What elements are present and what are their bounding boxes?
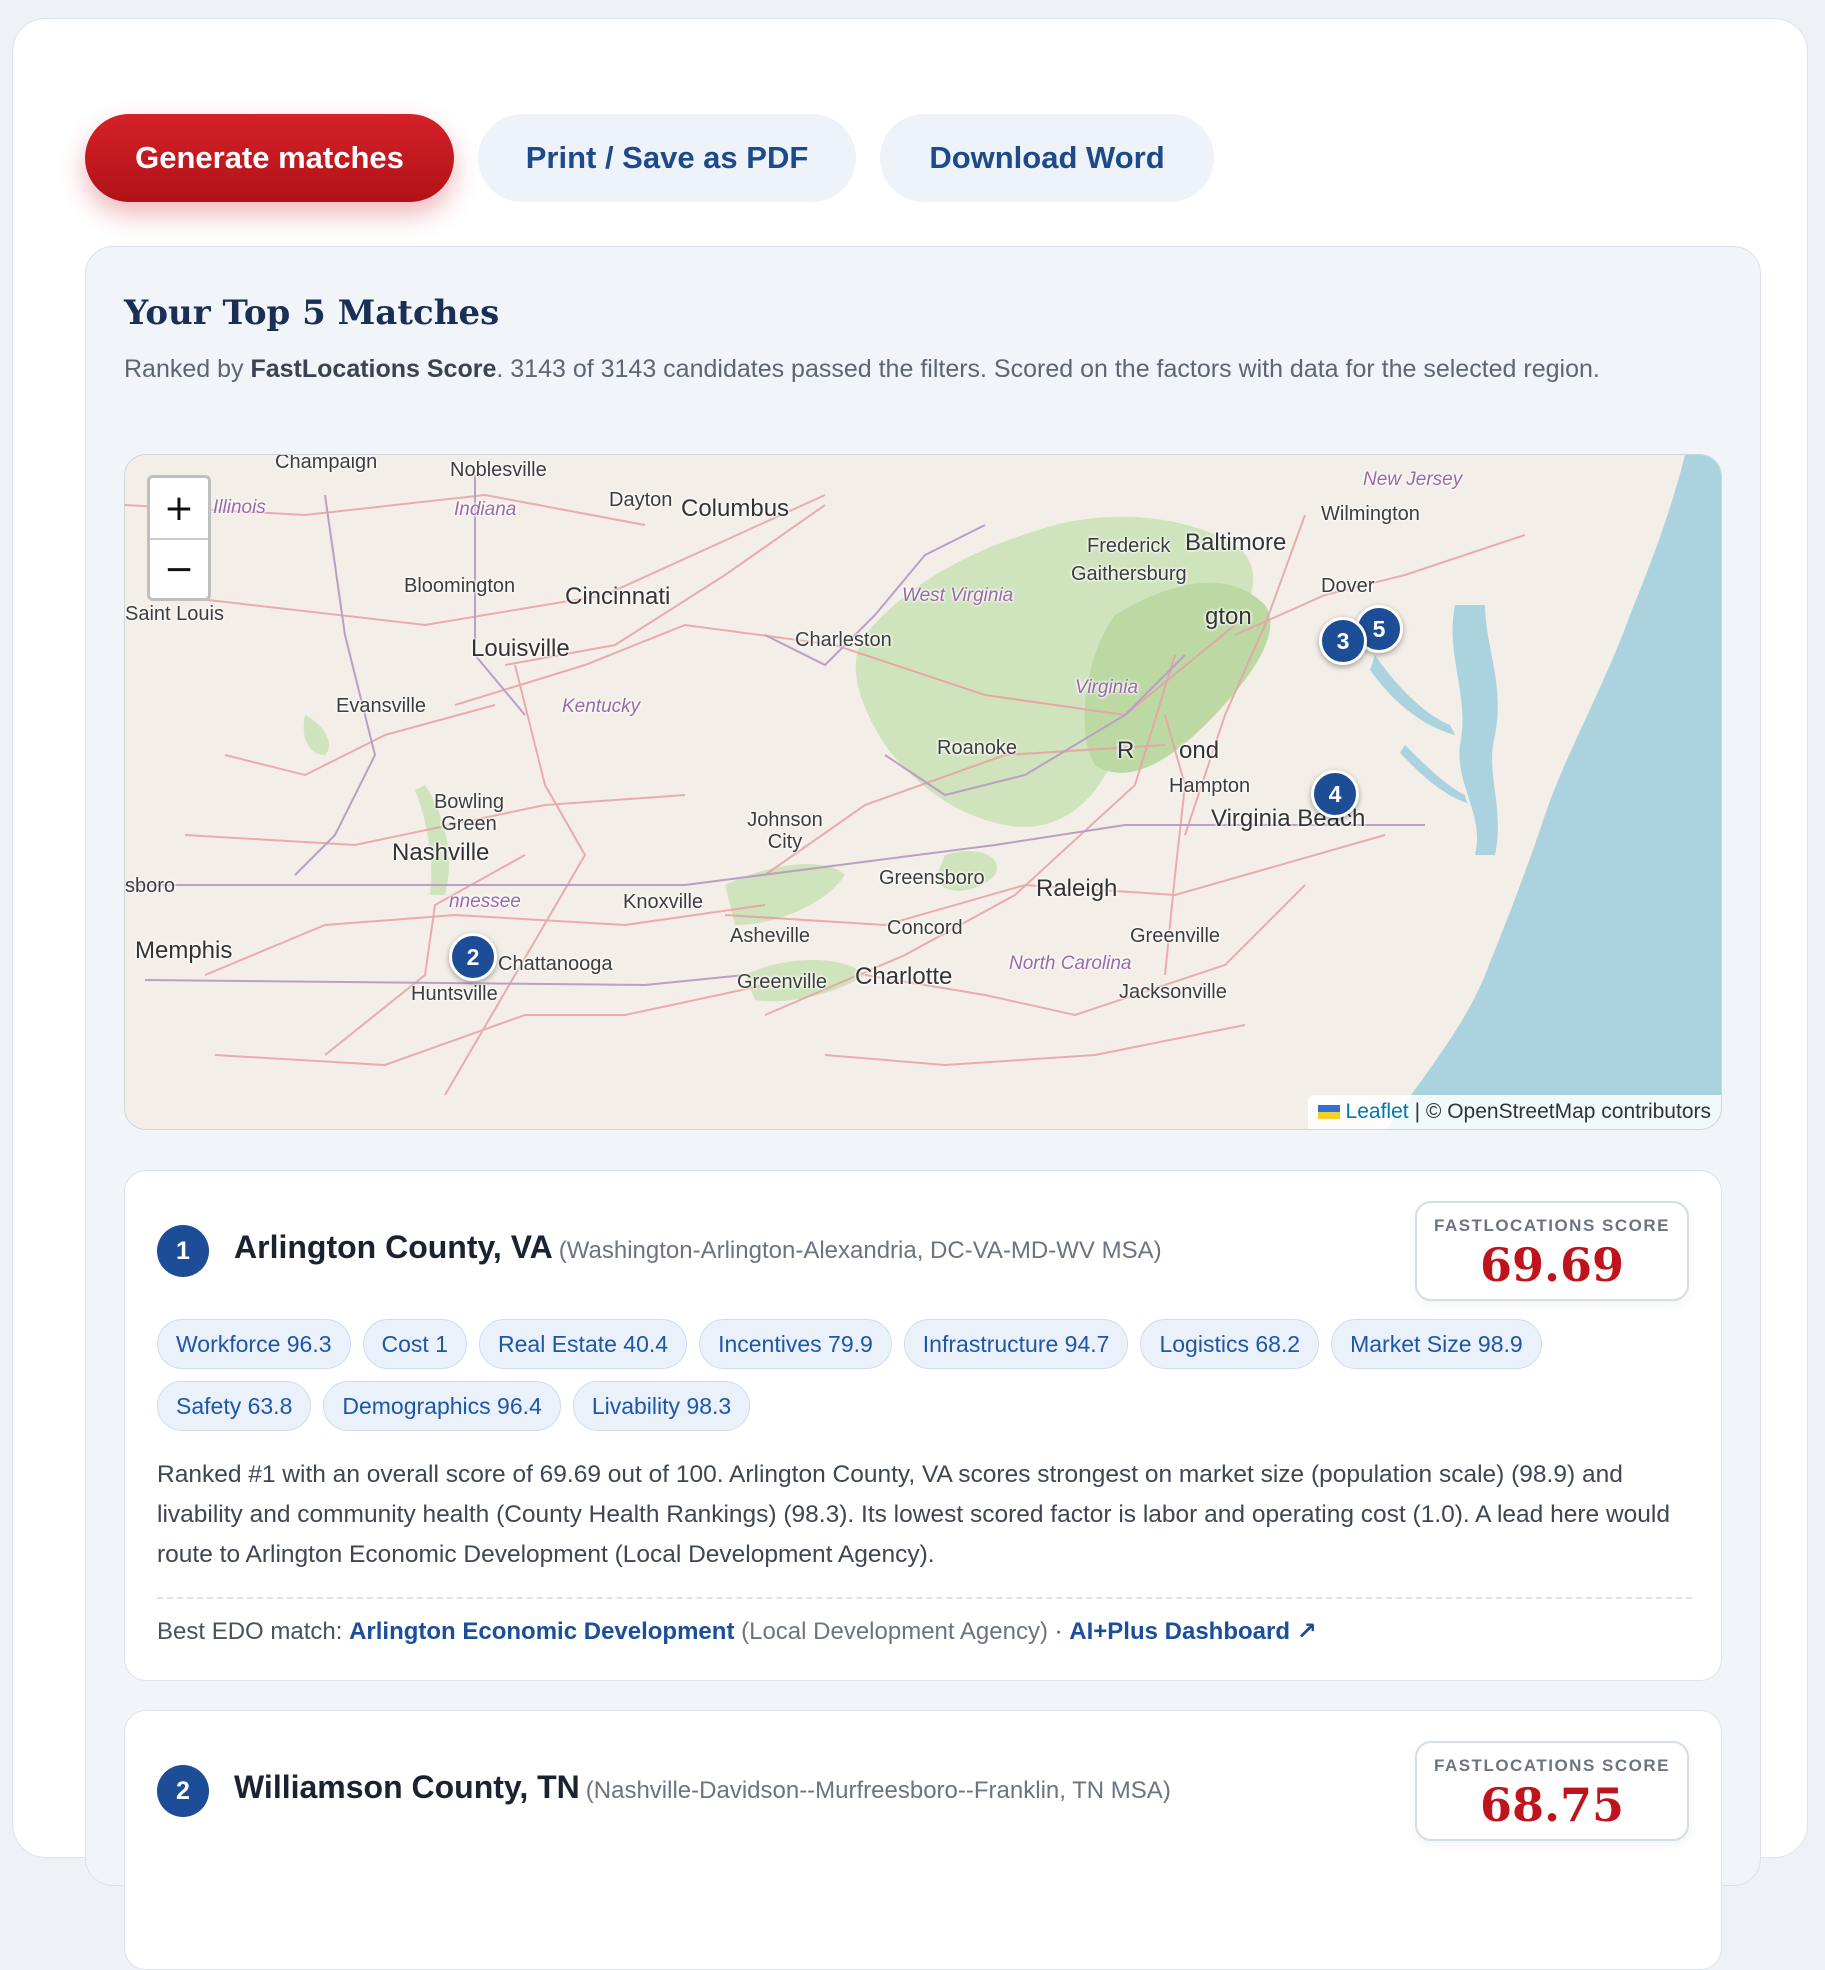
map-label-gaithersburg: Gaithersburg (1071, 563, 1187, 585)
matches-title: Your Top 5 Matches (124, 293, 500, 333)
county-name: Williamson County, TN (234, 1769, 580, 1805)
factor-chips: Workforce 96.3 Cost 1 Real Estate 40.4 I… (157, 1319, 1697, 1431)
map-label-nashville: Nashville (392, 839, 490, 866)
match-card: 2 Williamson County, TN (Nashville-Davids… (124, 1710, 1722, 1970)
map-label-noblesville: Noblesville (450, 459, 547, 481)
factor-chip-safety: Safety 63.8 (157, 1381, 312, 1431)
factor-chip-incentives: Incentives 79.9 (699, 1319, 892, 1369)
map-label-bowling-green: Bowling Green (433, 791, 505, 835)
edo-link[interactable]: Arlington Economic Development (349, 1618, 734, 1645)
match-summary: Ranked #1 with an overall score of 69.69… (157, 1461, 1670, 1568)
score-label: FASTLOCATIONS SCORE (1434, 1756, 1670, 1775)
print-pdf-button[interactable]: Print / Save as PDF (478, 114, 856, 202)
download-word-button[interactable]: Download Word (880, 114, 1214, 202)
factor-chip-cost: Cost 1 (362, 1319, 468, 1369)
map-label-charleston: Charleston (795, 629, 892, 651)
results-container: Generate matches Print / Save as PDF Dow… (12, 18, 1808, 1970)
map-label-richmond-ond: ond (1179, 737, 1220, 764)
score-value: 69.69 (1479, 1238, 1625, 1292)
map-label-west-virginia: West Virginia (902, 585, 1014, 606)
map-zoom-control: + − (147, 475, 211, 601)
factor-chip-real-estate: Real Estate 40.4 (479, 1319, 688, 1369)
map-label-dover: Dover (1321, 575, 1375, 597)
map-label-north-carolina: North Carolina (1009, 953, 1132, 974)
map-label-virginia: Virginia (1075, 677, 1139, 698)
score-name: FastLocations Score (250, 355, 497, 383)
matches-map[interactable]: Champaign Noblesville Dayton Columbus Il… (124, 454, 1722, 1130)
map-label-bloomington: Bloomington (404, 575, 516, 597)
rank-badge: 1 (157, 1225, 209, 1277)
matches-panel: Your Top 5 Matches Ranked by FastLocatio… (85, 246, 1761, 1970)
osm-attribution: | © OpenStreetMap contributors (1414, 1100, 1711, 1123)
score-value: 68.75 (1479, 1778, 1625, 1832)
map-label-richmond-r: R (1117, 737, 1135, 764)
map-label-concord: Concord (887, 917, 963, 939)
map-tiles (125, 455, 1721, 1129)
factor-chip-demographics: Demographics 96.4 (323, 1381, 561, 1431)
generate-matches-button[interactable]: Generate matches (85, 114, 454, 202)
map-label-hampton: Hampton (1169, 775, 1251, 797)
ukraine-flag-icon (1317, 1105, 1340, 1119)
map-label-greenville-nc: Greenville (1130, 925, 1221, 947)
map-label-columbus: Columbus (681, 495, 790, 522)
map-pin-3[interactable]: 3 (1319, 617, 1367, 665)
map-label-asheville: Asheville (730, 925, 811, 947)
factor-chip-market-size: Market Size 98.9 (1331, 1319, 1542, 1369)
match-title: Williamson County, TN (Nashville-Davidson… (234, 1769, 1171, 1806)
match-card: 1 Arlington County, VA (Washington-Arling… (124, 1170, 1722, 1681)
map-label-memphis: Memphis (135, 937, 233, 964)
factor-chip-infrastructure: Infrastructure 94.7 (903, 1319, 1129, 1369)
map-label-jacksonville: Jacksonville (1119, 981, 1227, 1003)
score-box: FASTLOCATIONS SCORE 69.69 (1415, 1201, 1689, 1301)
edo-match: Best EDO match: Arlington Economic Devel… (157, 1617, 1317, 1646)
map-label-sboro: sboro (125, 875, 176, 897)
msa-name: (Washington-Arlington-Alexandria, DC-VA-… (558, 1237, 1162, 1264)
score-box: FASTLOCATIONS SCORE 68.75 (1415, 1741, 1689, 1841)
map-label-frederick: Frederick (1087, 535, 1171, 557)
dashboard-link[interactable]: AI+Plus Dashboard ↗ (1069, 1618, 1317, 1645)
map-label-huntsville: Huntsville (411, 983, 498, 1005)
edo-label: Best EDO match: (157, 1618, 350, 1645)
map-label-knoxville: Knoxville (623, 891, 704, 913)
msa-name: (Nashville-Davidson--Murfreesboro--Frank… (585, 1777, 1171, 1804)
map-label-baltimore: Baltimore (1185, 529, 1287, 556)
map-label-illinois: Illinois (213, 497, 266, 518)
edo-separator: · (1047, 1618, 1070, 1645)
map-pin-2[interactable]: 2 (449, 933, 497, 981)
match-title: Arlington County, VA (Washington-Arlingto… (234, 1229, 1162, 1266)
factor-chip-logistics: Logistics 68.2 (1140, 1319, 1320, 1369)
map-label-saint-louis: Saint Louis (125, 603, 224, 625)
map-label-greensboro: Greensboro (879, 867, 985, 889)
map-label-charlotte: Charlotte (855, 963, 953, 990)
map-label-cincinnati: Cincinnati (565, 583, 671, 610)
map-label-kentucky: Kentucky (562, 696, 641, 717)
map-label-new-jersey: New Jersey (1363, 469, 1463, 490)
map-label-tennessee: nnessee (449, 891, 521, 912)
county-name: Arlington County, VA (234, 1229, 553, 1265)
factor-chip-livability: Livability 98.3 (572, 1381, 751, 1431)
map-pin-4[interactable]: 4 (1311, 770, 1359, 818)
matches-description: Ranked by FastLocations Score. 3143 of 3… (124, 355, 1600, 383)
zoom-out-button[interactable]: − (150, 538, 208, 598)
map-label-greenville-sc: Greenville (737, 971, 828, 993)
zoom-in-button[interactable]: + (150, 478, 208, 538)
map-label-louisville: Louisville (471, 635, 570, 662)
map-label-roanoke: Roanoke (937, 737, 1018, 759)
map-label-washington: gton (1205, 603, 1252, 630)
rank-badge: 2 (157, 1765, 209, 1817)
map-label-indiana: Indiana (454, 499, 517, 520)
map-label-dayton: Dayton (609, 489, 673, 511)
edo-type: (Local Development Agency) (741, 1618, 1048, 1645)
factor-chip-workforce: Workforce 96.3 (157, 1319, 351, 1369)
map-label-wilmington: Wilmington (1321, 503, 1420, 525)
score-label: FASTLOCATIONS SCORE (1434, 1216, 1670, 1235)
map-label-raleigh: Raleigh (1036, 875, 1118, 902)
leaflet-link[interactable]: Leaflet (1346, 1100, 1409, 1124)
map-label-chattanooga: Chattanooga (498, 953, 613, 975)
map-label-champaign: Champaign (275, 454, 378, 473)
map-label-evansville: Evansville (336, 695, 427, 717)
map-label-johnson-city: Johnson City (747, 809, 823, 853)
card-divider (157, 1597, 1692, 1599)
map-attribution: Leaflet | © OpenStreetMap contributors (1307, 1095, 1721, 1129)
